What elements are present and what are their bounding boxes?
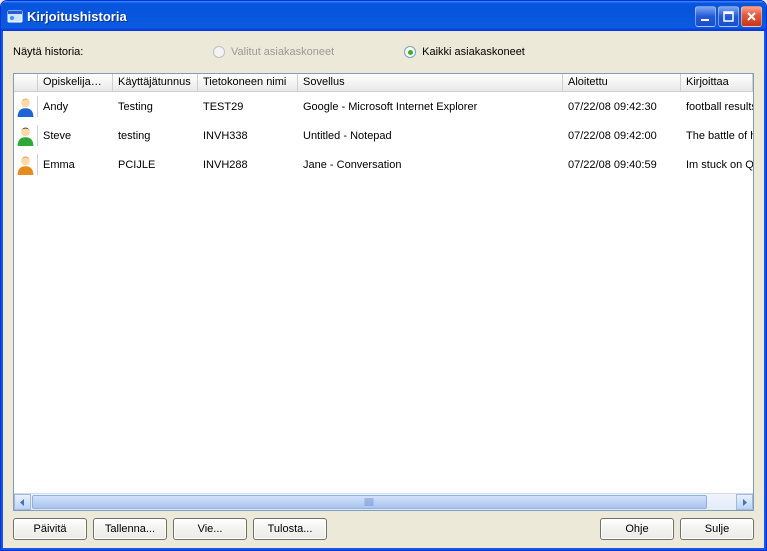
cell-started: 07/22/08 09:42:30 xyxy=(563,101,681,113)
radio-all-clients[interactable]: Kaikki asiakaskoneet xyxy=(404,46,525,58)
maximize-button[interactable] xyxy=(718,6,739,27)
radio-label: Valitut asiakaskoneet xyxy=(231,46,334,58)
cell-name: Emma xyxy=(38,159,113,171)
column-header-row: Opiskelijan nimi Käyttäjätunnus Tietokon… xyxy=(14,74,753,92)
scroll-thumb[interactable] xyxy=(32,495,707,509)
button-bar: Päivitä Tallenna... Vie... Tulosta... Oh… xyxy=(13,518,754,540)
column-header-name[interactable]: Opiskelijan nimi xyxy=(38,74,113,91)
print-button[interactable]: Tulosta... xyxy=(253,518,327,540)
minimize-button[interactable] xyxy=(695,6,716,27)
horizontal-scrollbar[interactable] xyxy=(14,493,753,510)
cell-login: Testing xyxy=(113,101,198,113)
cell-started: 07/22/08 09:42:00 xyxy=(563,130,681,142)
table-row[interactable]: Steve testing INVH338 Untitled - Notepad… xyxy=(14,121,753,150)
column-header-started[interactable]: Aloitettu xyxy=(563,74,681,91)
cell-pc: INVH288 xyxy=(198,159,298,171)
column-header-icon[interactable] xyxy=(14,74,38,91)
cell-pc: TEST29 xyxy=(198,101,298,113)
cell-app: Google - Microsoft Internet Explorer xyxy=(298,101,563,113)
client-area: Näytä historia: Valitut asiakaskoneet Ka… xyxy=(1,31,766,550)
cell-app: Untitled - Notepad xyxy=(298,130,563,142)
column-header-pc[interactable]: Tietokoneen nimi xyxy=(198,74,298,91)
filter-row: Näytä historia: Valitut asiakaskoneet Ka… xyxy=(13,39,754,65)
help-button[interactable]: Ohje xyxy=(600,518,674,540)
rows-area: Andy Testing TEST29 Google - Microsoft I… xyxy=(14,92,753,493)
filter-label: Näytä historia: xyxy=(13,46,213,58)
cell-typing: The battle of hastings began in 1066 w xyxy=(681,130,753,142)
refresh-button[interactable]: Päivitä xyxy=(13,518,87,540)
window-frame: Kirjoitushistoria Näytä historia: Valitu… xyxy=(0,0,767,551)
avatar xyxy=(14,96,38,117)
cell-typing: football results xyxy=(681,101,753,113)
listview: Opiskelijan nimi Käyttäjätunnus Tietokon… xyxy=(13,73,754,511)
table-row[interactable]: Andy Testing TEST29 Google - Microsoft I… xyxy=(14,92,753,121)
radio-label: Kaikki asiakaskoneet xyxy=(422,46,525,58)
cell-started: 07/22/08 09:40:59 xyxy=(563,159,681,171)
column-header-app[interactable]: Sovellus xyxy=(298,74,563,91)
close-button[interactable] xyxy=(741,6,762,27)
cell-name: Steve xyxy=(38,130,113,142)
close-button-bottom[interactable]: Sulje xyxy=(680,518,754,540)
radio-icon xyxy=(404,46,416,58)
cell-app: Jane - Conversation xyxy=(298,159,563,171)
titlebar[interactable]: Kirjoitushistoria xyxy=(1,1,766,31)
radio-selected-clients: Valitut asiakaskoneet xyxy=(213,46,334,58)
table-row[interactable]: Emma PCIJLE INVH288 Jane - Conversation … xyxy=(14,150,753,179)
cell-typing: Im stuck on Q4, can u help? xyxy=(681,159,753,171)
cell-login: PCIJLE xyxy=(113,159,198,171)
window-title: Kirjoitushistoria xyxy=(27,9,695,24)
column-header-typing[interactable]: Kirjoittaa xyxy=(681,74,753,91)
cell-pc: INVH338 xyxy=(198,130,298,142)
scroll-right-button[interactable] xyxy=(736,494,753,510)
cell-name: Andy xyxy=(38,101,113,113)
scroll-track[interactable] xyxy=(31,494,736,510)
column-header-login[interactable]: Käyttäjätunnus xyxy=(113,74,198,91)
export-button[interactable]: Vie... xyxy=(173,518,247,540)
avatar xyxy=(14,125,38,146)
radio-icon xyxy=(213,46,225,58)
save-button[interactable]: Tallenna... xyxy=(93,518,167,540)
cell-login: testing xyxy=(113,130,198,142)
window-controls xyxy=(695,6,762,27)
app-icon xyxy=(7,8,23,24)
scroll-left-button[interactable] xyxy=(14,494,31,510)
avatar xyxy=(14,154,38,175)
